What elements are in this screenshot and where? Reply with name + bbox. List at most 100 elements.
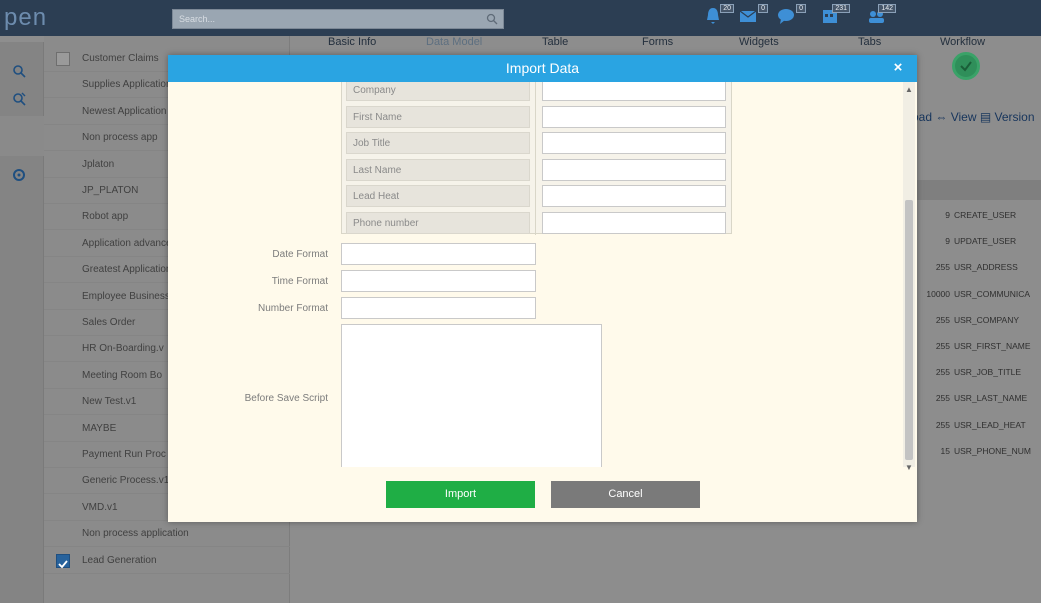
tab-forms[interactable]: Forms xyxy=(642,36,673,48)
before-save-script-textarea[interactable] xyxy=(341,324,602,467)
tab-tabs[interactable]: Tabs xyxy=(858,36,881,48)
global-search-input[interactable]: Search... xyxy=(172,9,504,29)
tab-workflow[interactable]: Workflow xyxy=(940,36,985,48)
table-row[interactable]: 255 USR_COMPANY xyxy=(912,307,1041,333)
table-row[interactable]: 10000 USR_COMMUNICA xyxy=(912,281,1041,307)
notification-count: 0 xyxy=(796,4,806,13)
mapping-field-label: Job Title xyxy=(346,132,530,154)
mapping-field-label: Phone number xyxy=(346,211,530,234)
list-item[interactable]: Lead Generation xyxy=(44,548,290,574)
field-name: CREATE_USER xyxy=(954,210,1017,220)
list-item-label: Customer Claims xyxy=(82,53,159,64)
table-row[interactable]: 9 CREATE_USER xyxy=(912,202,1041,228)
mapping-field-input[interactable] xyxy=(542,82,726,101)
list-item-label: Sales Order xyxy=(82,317,136,328)
field-length: 255 xyxy=(935,367,950,378)
field-length: 10000 xyxy=(926,288,950,299)
list-item-label: Supplies Application xyxy=(82,79,172,91)
mapping-field-input[interactable] xyxy=(542,211,726,234)
field-name: USR_JOB_TITLE xyxy=(954,367,1022,378)
tab-widgets[interactable]: Widgets xyxy=(739,36,779,48)
number-format-label: Number Format xyxy=(257,303,328,314)
mapping-field-input[interactable] xyxy=(542,105,726,128)
time-format-label: Time Format xyxy=(271,276,328,287)
notification-chat[interactable]: 0 xyxy=(776,4,806,28)
top-bar: pen Search... 20 0 0 231 142 xyxy=(0,0,1041,36)
list-item-label: Non process application xyxy=(82,528,189,540)
field-length: 255 xyxy=(935,341,950,351)
app-checkbox[interactable] xyxy=(56,52,70,66)
field-length: 255 xyxy=(935,262,950,273)
field-length: 9 xyxy=(945,236,950,247)
app-logo: pen xyxy=(4,4,48,31)
table-row[interactable]: 255 USR_FIRST_NAME xyxy=(912,333,1041,359)
tab-basic-info[interactable]: Basic Info xyxy=(328,36,376,48)
modal-title: Import Data xyxy=(505,60,580,76)
list-item[interactable]: Non process application xyxy=(44,521,290,548)
mapping-field-input[interactable] xyxy=(542,158,726,181)
app-checkbox[interactable] xyxy=(56,553,70,568)
close-icon[interactable]: × xyxy=(889,59,907,77)
modal-scroll-area[interactable]: Company First Name Job Title Last Name Lead … xyxy=(168,82,917,467)
modal-scrollbar[interactable]: ▲ ▼ xyxy=(903,82,915,472)
mapping-column-divider xyxy=(535,82,536,235)
field-length: 255 xyxy=(935,419,950,430)
search-icon[interactable] xyxy=(486,13,498,25)
list-item-label: Payment Run Proc xyxy=(82,449,166,460)
mapping-field-input[interactable] xyxy=(542,132,726,154)
list-item-label: Greatest Application xyxy=(82,264,172,276)
advanced-search-icon[interactable] xyxy=(12,92,26,106)
table-row[interactable]: 255 USR_ADDRESS xyxy=(912,254,1041,280)
mapping-field-label: Company xyxy=(346,82,530,101)
table-row[interactable]: 255 USR_JOB_TITLE xyxy=(912,359,1041,385)
check-icon xyxy=(58,560,68,568)
field-name: USR_ADDRESS xyxy=(954,262,1018,273)
notification-count: 231 xyxy=(832,4,850,13)
list-item-label: Application advanced xyxy=(82,237,178,249)
time-format-input[interactable] xyxy=(341,270,536,292)
designer-toolbar-links[interactable]: oad ⇔ View ▤ Version xyxy=(912,110,1035,124)
rail-divider xyxy=(0,36,44,42)
notification-mail[interactable]: 0 xyxy=(738,4,768,28)
scrollbar-thumb[interactable] xyxy=(905,200,913,460)
table-row[interactable]: 9 UPDATE_USER xyxy=(912,228,1041,254)
scroll-up-icon[interactable]: ▲ xyxy=(903,84,915,96)
field-length: 9 xyxy=(945,210,950,220)
scroll-down-icon[interactable]: ▼ xyxy=(903,462,915,474)
list-item-label: Meeting Room Bo xyxy=(82,369,163,381)
field-name: USR_PHONE_NUM xyxy=(954,445,1031,456)
table-row[interactable]: 15 USR_PHONE_NUM xyxy=(912,438,1041,464)
table-row[interactable]: 255 USR_LAST_NAME xyxy=(912,385,1041,411)
search-icon[interactable] xyxy=(12,64,26,78)
tab-data-model[interactable]: Data Model xyxy=(426,36,482,48)
gear-icon[interactable] xyxy=(12,168,26,182)
field-name: USR_COMPANY xyxy=(954,314,1020,325)
list-item-label: Jplaton xyxy=(82,158,115,170)
field-length: 15 xyxy=(940,445,950,456)
notification-group[interactable]: 142 xyxy=(866,4,896,28)
mapping-field-label: First Name xyxy=(346,105,530,128)
notification-bell[interactable]: 20 xyxy=(704,4,734,28)
table-row[interactable]: 255 USR_LEAD_HEAT xyxy=(912,412,1041,438)
tab-table[interactable]: Table xyxy=(542,36,568,48)
import-button[interactable]: Import xyxy=(386,481,535,508)
cancel-button[interactable]: Cancel xyxy=(551,481,700,508)
list-item-label: HR On-Boarding.v xyxy=(82,343,164,355)
list-item-label: New Test.v1 xyxy=(82,396,137,408)
date-format-input[interactable] xyxy=(341,243,536,265)
mapping-field-input[interactable] xyxy=(542,185,726,207)
mapping-field-label: Lead Heat xyxy=(346,185,530,207)
number-format-input[interactable] xyxy=(341,297,536,319)
list-item-label: JP_PLATON xyxy=(82,185,139,196)
list-item-label: MAYBE xyxy=(82,422,117,434)
before-save-script-label: Before Save Script xyxy=(244,393,328,404)
modal-header: Import Data × xyxy=(168,55,917,82)
field-name: USR_FIRST_NAME xyxy=(954,341,1031,351)
field-name: USR_COMMUNICA xyxy=(954,288,1031,299)
field-name: USR_LEAD_HEAT xyxy=(954,419,1026,430)
mapping-field-label: Last Name xyxy=(346,158,530,181)
notification-calendar[interactable]: 231 xyxy=(820,4,850,28)
field-mapping-table: Company First Name Job Title Last Name Lead … xyxy=(341,82,732,235)
list-item-label: Non process app xyxy=(82,132,158,144)
list-item-label: Robot app xyxy=(82,211,129,223)
